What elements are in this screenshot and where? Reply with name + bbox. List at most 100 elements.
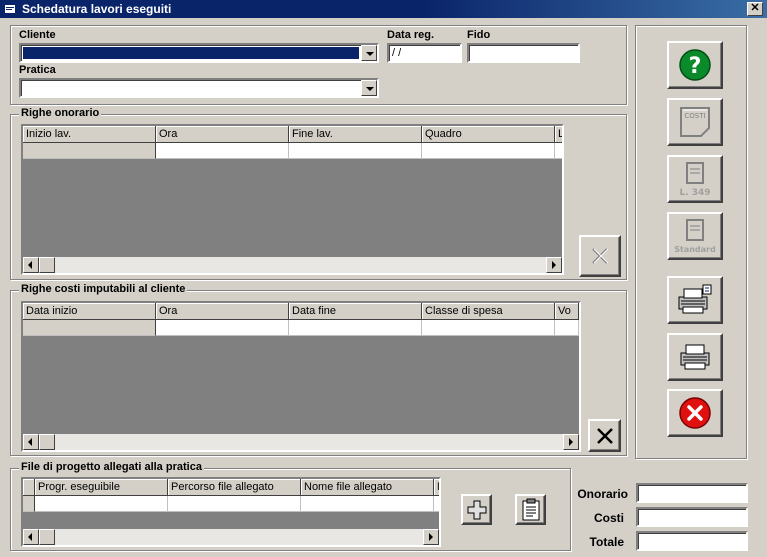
totale-label: Totale — [589, 535, 624, 549]
svg-text:?: ? — [689, 54, 702, 79]
column-header[interactable]: Data inizio — [23, 303, 156, 320]
cliente-combo[interactable] — [19, 43, 379, 63]
scroll-thumb[interactable] — [39, 434, 55, 450]
l349-document-icon: L. 349 — [679, 162, 711, 198]
clipboard-icon — [522, 498, 539, 520]
table-row[interactable] — [23, 496, 439, 512]
table-cell[interactable] — [422, 320, 555, 336]
standard-icon-text: Standard — [674, 245, 716, 254]
column-header[interactable]: Quadro — [422, 126, 555, 143]
cancel-icon — [679, 397, 711, 429]
column-header[interactable]: Ora — [156, 303, 289, 320]
fido-field[interactable] — [467, 43, 580, 63]
costi-hscrollbar[interactable] — [23, 434, 579, 450]
scroll-thumb[interactable] — [39, 257, 55, 273]
header-group: Cliente Pratica Data reg. / / Fido — [10, 25, 627, 105]
table-cell[interactable] — [168, 496, 301, 512]
file-list-button[interactable] — [515, 494, 546, 525]
table-cell[interactable] — [301, 496, 434, 512]
table-cell[interactable] — [156, 320, 289, 336]
cliente-label: Cliente — [19, 29, 56, 41]
costi-delete-button[interactable] — [588, 419, 621, 452]
onorario-hscrollbar[interactable] — [23, 257, 562, 273]
scroll-left-button[interactable] — [23, 529, 39, 545]
table-cell[interactable] — [434, 496, 439, 512]
delete-x-icon — [592, 248, 609, 264]
files-group: File di progetto allegati alla pratica P… — [10, 461, 571, 551]
pratica-dropdown-button[interactable] — [361, 80, 377, 96]
delete-x-icon — [596, 427, 613, 444]
column-header[interactable]: L — [555, 126, 562, 143]
scroll-right-button[interactable] — [546, 257, 562, 273]
onorario-group-title: Righe onorario — [19, 107, 102, 119]
help-button[interactable]: ? — [667, 41, 723, 89]
cancel-button[interactable] — [667, 389, 723, 437]
scroll-right-button[interactable] — [563, 434, 579, 450]
column-header[interactable]: Vo — [555, 303, 579, 320]
cliente-selection — [23, 47, 359, 59]
table-cell[interactable] — [35, 496, 168, 512]
pratica-combo[interactable] — [19, 78, 379, 98]
column-header[interactable]: Ora — [156, 126, 289, 143]
print-button[interactable] — [667, 333, 723, 381]
table-cell[interactable] — [156, 143, 289, 159]
print-preview-button[interactable] — [667, 276, 723, 324]
column-header[interactable] — [23, 479, 35, 496]
column-header[interactable]: Classe di spesa — [422, 303, 555, 320]
window-title: Schedatura lavori eseguiti — [22, 2, 172, 16]
l349-icon-text: L. 349 — [679, 188, 710, 198]
costi-grid-header: Data inizio Ora Data fine Classe di spes… — [23, 303, 579, 320]
table-cell[interactable] — [289, 143, 422, 159]
files-grid-header: Progr. eseguibile Percorso file allegato… — [23, 479, 439, 496]
column-header[interactable]: Percorso file allegato — [168, 479, 301, 496]
table-cell[interactable] — [289, 320, 422, 336]
data-reg-field[interactable]: / / — [387, 43, 462, 63]
costi-total-field[interactable] — [636, 507, 748, 527]
files-group-title: File di progetto allegati alla pratica — [19, 461, 204, 473]
column-header[interactable]: Inizio lav. — [23, 126, 156, 143]
row-selector-cell[interactable] — [23, 496, 35, 512]
row-selector-cell[interactable] — [23, 143, 156, 159]
scroll-left-button[interactable] — [23, 434, 39, 450]
column-header[interactable]: Fine lav. — [289, 126, 422, 143]
costi-grid[interactable]: Data inizio Ora Data fine Classe di spes… — [21, 301, 581, 452]
costi-group-title: Righe costi imputabili al cliente — [19, 283, 188, 295]
add-file-button[interactable] — [461, 494, 492, 525]
row-selector-cell[interactable] — [23, 320, 156, 336]
scroll-right-button[interactable] — [423, 529, 439, 545]
cliente-dropdown-button[interactable] — [361, 45, 377, 61]
standard-button[interactable]: Standard — [667, 212, 723, 260]
column-header[interactable]: Progr. eseguibile — [35, 479, 168, 496]
costi-group: Righe costi imputabili al cliente Data i… — [10, 283, 627, 456]
onorario-total-label: Onorario — [577, 487, 628, 501]
title-bar: Schedatura lavori eseguiti ✕ — [0, 0, 767, 18]
table-cell[interactable] — [555, 320, 579, 336]
print-preview-icon — [678, 284, 712, 314]
costi-document-icon: COSTI — [680, 107, 710, 137]
table-row[interactable] — [23, 320, 579, 336]
pratica-label: Pratica — [19, 64, 56, 76]
table-cell[interactable] — [555, 143, 562, 159]
costi-icon-text: COSTI — [684, 112, 705, 120]
scroll-left-button[interactable] — [23, 257, 39, 273]
table-cell[interactable] — [422, 143, 555, 159]
fido-label: Fido — [467, 29, 491, 41]
costi-total-label: Costi — [594, 511, 624, 525]
files-hscrollbar[interactable] — [23, 529, 439, 545]
onorario-grid[interactable]: Inizio lav. Ora Fine lav. Quadro L — [21, 124, 564, 275]
totale-field[interactable] — [636, 531, 748, 551]
standard-document-icon: Standard — [674, 219, 716, 254]
files-grid[interactable]: Progr. eseguibile Percorso file allegato… — [21, 477, 441, 547]
onorario-grid-header: Inizio lav. Ora Fine lav. Quadro L — [23, 126, 562, 143]
onorario-total-field[interactable] — [636, 483, 748, 503]
column-header[interactable]: N — [434, 479, 439, 496]
close-window-button[interactable]: ✕ — [747, 2, 763, 16]
l349-button[interactable]: L. 349 — [667, 155, 723, 203]
costi-button[interactable]: COSTI — [667, 98, 723, 146]
table-row[interactable] — [23, 143, 562, 159]
scroll-thumb[interactable] — [39, 529, 55, 545]
onorario-delete-button[interactable] — [579, 235, 621, 277]
onorario-group: Righe onorario Inizio lav. Ora Fine lav.… — [10, 107, 627, 280]
column-header[interactable]: Data fine — [289, 303, 422, 320]
column-header[interactable]: Nome file allegato — [301, 479, 434, 496]
